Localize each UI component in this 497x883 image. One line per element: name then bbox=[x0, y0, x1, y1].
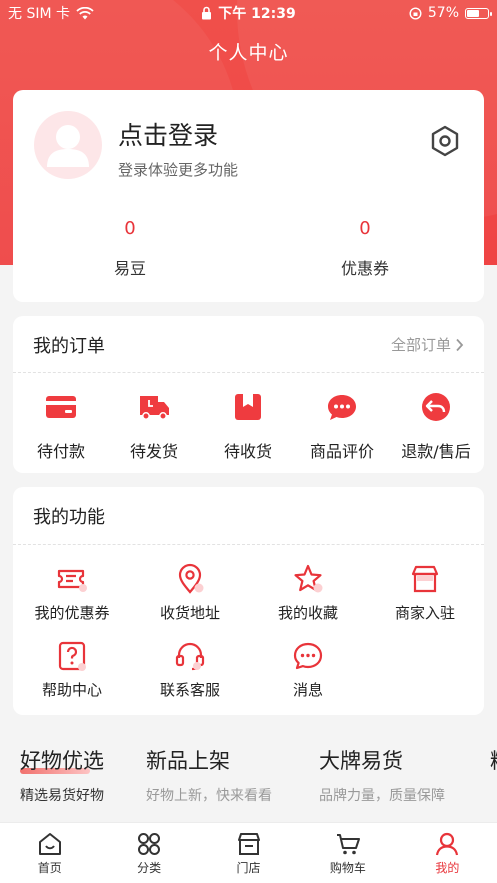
nav-label: 门店 bbox=[236, 861, 261, 875]
tab-title: 新品上架 bbox=[146, 749, 230, 773]
order-to-receive[interactable]: 待收货 bbox=[201, 390, 295, 462]
order-item-label: 退款/售后 bbox=[401, 442, 471, 461]
func-favorites[interactable]: 我的收藏 bbox=[249, 562, 367, 623]
avatar[interactable] bbox=[34, 111, 102, 179]
order-item-label: 待付款 bbox=[36, 442, 85, 461]
location-icon bbox=[178, 563, 204, 594]
order-review[interactable]: 商品评价 bbox=[295, 390, 389, 462]
login-title[interactable]: 点击登录 bbox=[118, 116, 218, 152]
coupon-icon bbox=[57, 569, 87, 592]
nav-label: 分类 bbox=[137, 861, 162, 875]
tab-new-arrivals[interactable]: 新品上架 好物上新，快来看看 bbox=[146, 745, 272, 805]
chevron-right-icon bbox=[456, 338, 464, 351]
tab-title: 好物优选 bbox=[20, 749, 104, 773]
tab-title: 大牌易货 bbox=[319, 749, 403, 773]
func-label: 我的优惠券 bbox=[34, 604, 110, 622]
all-orders-label: 全部订单 bbox=[390, 336, 451, 354]
nav-home[interactable]: 首页 bbox=[0, 823, 99, 883]
default-avatar-icon bbox=[47, 125, 89, 167]
stat-yidou[interactable]: 0 易豆 bbox=[70, 218, 190, 279]
help-icon bbox=[58, 641, 86, 671]
profile-card: 点击登录 登录体验更多功能 0 易豆 0 优惠券 bbox=[13, 90, 484, 302]
all-orders-link[interactable]: 全部订单 bbox=[391, 334, 464, 355]
func-label: 我的收藏 bbox=[277, 604, 338, 622]
func-address[interactable]: 收货地址 bbox=[131, 562, 249, 623]
func-label: 帮助中心 bbox=[41, 681, 102, 699]
order-refund[interactable]: 退款/售后 bbox=[389, 390, 483, 462]
stat-value: 0 bbox=[124, 218, 136, 239]
func-label: 收货地址 bbox=[159, 604, 220, 622]
order-item-label: 待收货 bbox=[223, 442, 272, 461]
stat-coupons[interactable]: 0 优惠券 bbox=[305, 218, 425, 279]
divider bbox=[13, 372, 484, 373]
order-pending-payment[interactable]: 待付款 bbox=[14, 390, 108, 462]
func-label: 消息 bbox=[292, 681, 323, 699]
rotation-lock-icon bbox=[409, 6, 422, 20]
func-label: 商家入驻 bbox=[394, 604, 455, 622]
tab-subtitle: 好物上新，快来看看 bbox=[146, 788, 272, 804]
battery-icon bbox=[465, 7, 492, 19]
nav-category[interactable]: 分类 bbox=[99, 823, 198, 883]
settings-icon[interactable] bbox=[428, 124, 462, 158]
home-icon bbox=[38, 833, 61, 855]
order-to-ship[interactable]: 待发货 bbox=[107, 390, 201, 462]
message-icon bbox=[293, 642, 323, 670]
func-label: 联系客服 bbox=[159, 681, 220, 699]
tab-partial[interactable]: 精 bbox=[490, 745, 497, 775]
nav-cart[interactable]: 购物车 bbox=[298, 823, 397, 883]
login-subtitle: 登录体验更多功能 bbox=[118, 161, 239, 179]
bottom-navigation: 首页 分类 门店 购物车 我的 bbox=[0, 822, 497, 883]
feature-tabs: 好物优选 精选易货好物 新品上架 好物上新，快来看看 大牌易货 品牌力量，质量保… bbox=[0, 745, 497, 815]
shop-icon bbox=[237, 833, 260, 855]
store-icon bbox=[411, 565, 439, 593]
func-merchant[interactable]: 商家入驻 bbox=[366, 562, 484, 623]
functions-title: 我的功能 bbox=[33, 507, 105, 528]
order-item-label: 商品评价 bbox=[309, 442, 374, 461]
headset-icon bbox=[175, 642, 205, 671]
divider bbox=[13, 544, 484, 545]
truck-icon bbox=[140, 396, 169, 420]
func-help[interactable]: 帮助中心 bbox=[13, 639, 131, 700]
package-icon bbox=[235, 394, 261, 420]
nav-label: 购物车 bbox=[329, 861, 366, 875]
functions-card: 我的功能 我的优惠券 收货地址 我的收藏 商家入驻 帮助中心 联系客服 消息 bbox=[13, 487, 484, 715]
tab-big-brands[interactable]: 大牌易货 品牌力量，质量保障 bbox=[319, 745, 445, 805]
tab-good-picks[interactable]: 好物优选 精选易货好物 bbox=[20, 745, 104, 805]
battery-percent: 57% bbox=[427, 5, 459, 21]
nav-store[interactable]: 门店 bbox=[199, 823, 298, 883]
tab-title: 精 bbox=[490, 745, 497, 775]
chat-icon bbox=[328, 395, 356, 420]
stat-label: 优惠券 bbox=[340, 259, 389, 278]
tab-subtitle: 品牌力量，质量保障 bbox=[319, 788, 445, 804]
card-icon bbox=[46, 396, 76, 418]
orders-card: 我的订单 全部订单 待付款 待发货 待收货 商品评价 退款/售后 bbox=[13, 316, 484, 473]
nav-label: 我的 bbox=[435, 861, 460, 875]
tab-subtitle: 精选易货好物 bbox=[20, 788, 104, 804]
nav-mine[interactable]: 我的 bbox=[398, 823, 497, 883]
lock-icon bbox=[202, 6, 212, 20]
func-messages[interactable]: 消息 bbox=[249, 639, 367, 700]
nav-label: 首页 bbox=[37, 861, 62, 875]
grid-icon bbox=[138, 833, 161, 855]
return-icon bbox=[422, 393, 450, 421]
stat-label: 易豆 bbox=[113, 259, 146, 278]
clock-time: 下午 12:39 bbox=[218, 6, 296, 22]
order-item-label: 待发货 bbox=[129, 442, 178, 461]
user-icon bbox=[436, 832, 459, 856]
cart-icon bbox=[336, 834, 360, 855]
orders-title: 我的订单 bbox=[33, 336, 105, 357]
func-customer-service[interactable]: 联系客服 bbox=[131, 639, 249, 700]
page-title: 个人中心 bbox=[208, 42, 289, 64]
stat-value: 0 bbox=[359, 218, 371, 239]
star-icon bbox=[294, 564, 323, 593]
status-bar: 无 SIM 卡 下午 12:39 57% bbox=[0, 0, 497, 26]
func-coupons[interactable]: 我的优惠券 bbox=[13, 562, 131, 623]
